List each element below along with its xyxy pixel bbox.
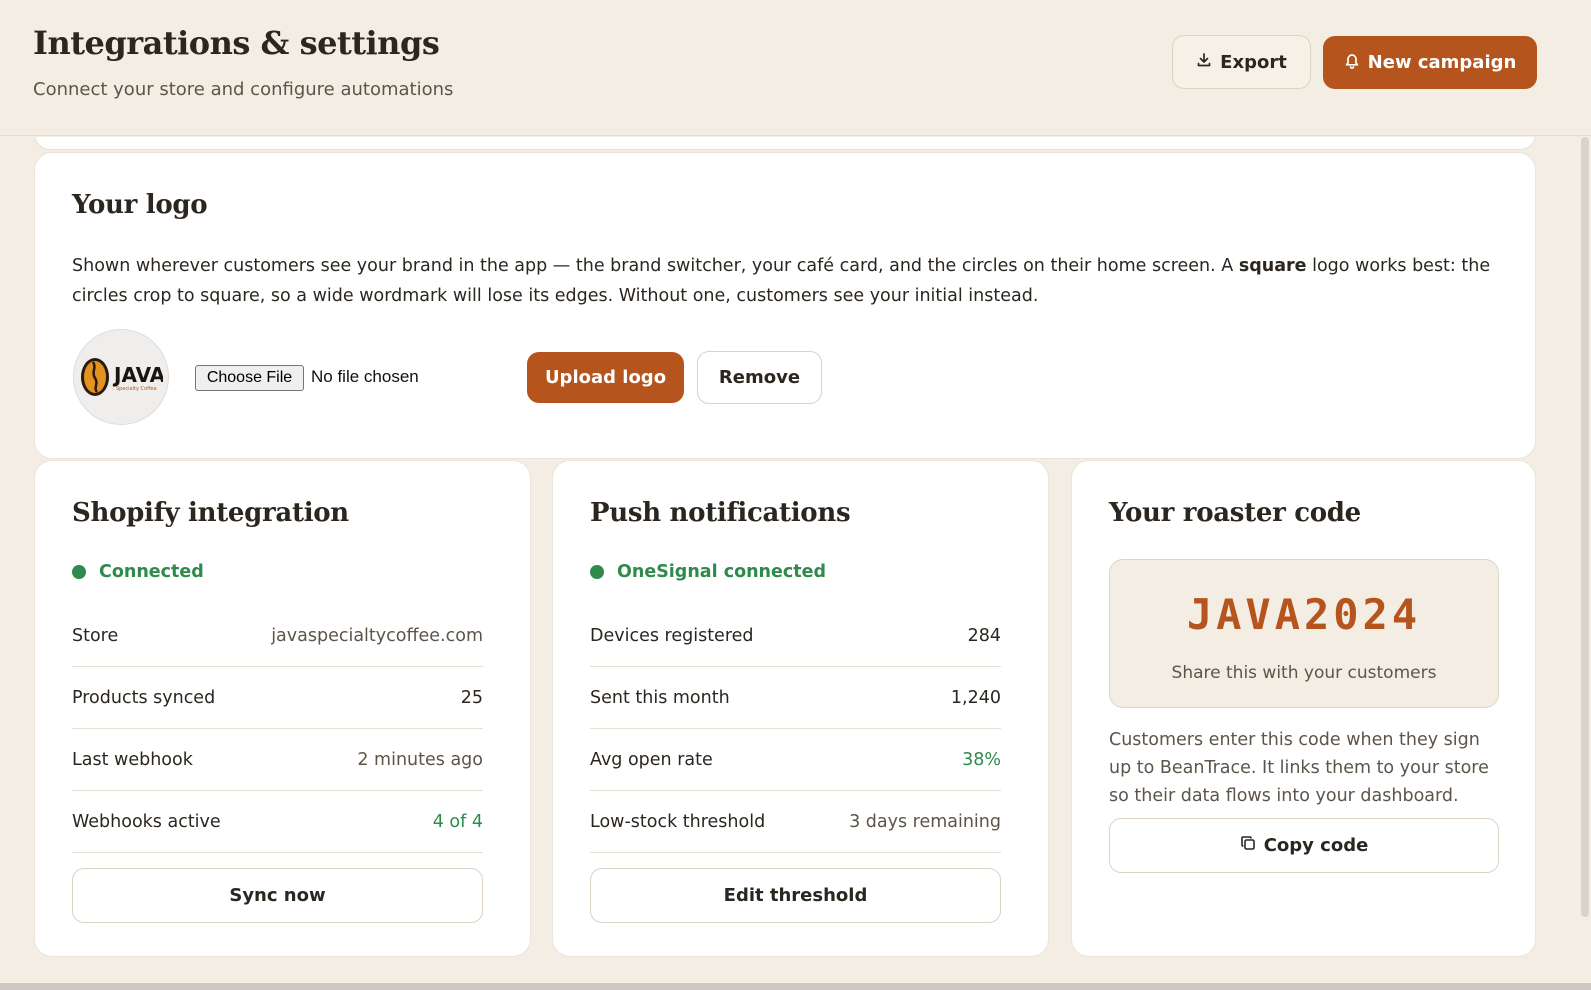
remove-logo-button[interactable]: Remove bbox=[697, 351, 822, 404]
copy-code-button[interactable]: Copy code bbox=[1109, 818, 1499, 873]
stat-row-webhooks-active: Webhooks active 4 of 4 bbox=[72, 791, 483, 853]
download-icon bbox=[1196, 52, 1212, 73]
page-title: Integrations & settings bbox=[33, 24, 440, 62]
stat-row-open-rate: Avg open rate 38% bbox=[590, 729, 1001, 791]
status-dot-icon bbox=[590, 565, 604, 579]
roaster-code-card: Your roaster code JAVA2024 Share this wi… bbox=[1071, 460, 1536, 957]
logo-card: Your logo Shown wherever customers see y… bbox=[34, 152, 1536, 459]
scrollbar[interactable] bbox=[1581, 137, 1589, 917]
page-header: Integrations & settings Connect your sto… bbox=[0, 0, 1591, 136]
page-subtitle: Connect your store and configure automat… bbox=[33, 79, 454, 100]
logo-description: Shown wherever customers see your brand … bbox=[72, 256, 1491, 306]
previous-card bbox=[34, 137, 1536, 150]
logo-description-emphasis: square bbox=[1238, 256, 1307, 276]
shopify-status: Connected bbox=[72, 562, 204, 582]
upload-logo-button[interactable]: Upload logo bbox=[527, 352, 684, 403]
status-dot-icon bbox=[72, 565, 86, 579]
stat-row-devices: Devices registered 284 bbox=[590, 605, 1001, 667]
logo-preview: JAVA Specialty Coffee bbox=[73, 329, 169, 425]
stat-row-threshold: Low-stock threshold 3 days remaining bbox=[590, 791, 1001, 853]
sync-now-button[interactable]: Sync now bbox=[72, 868, 483, 923]
code-description: Customers enter this code when they sign… bbox=[1109, 730, 1489, 806]
export-button[interactable]: Export bbox=[1172, 35, 1311, 89]
shopify-card-title: Shopify integration bbox=[72, 498, 349, 528]
settings-content[interactable]: Your logo Shown wherever customers see y… bbox=[0, 137, 1591, 990]
svg-text:JAVA: JAVA bbox=[112, 363, 163, 387]
file-status: No file chosen bbox=[311, 367, 419, 386]
stat-row-last-webhook: Last webhook 2 minutes ago bbox=[72, 729, 483, 791]
code-caption: Share this with your customers bbox=[1171, 663, 1437, 683]
edit-threshold-button[interactable]: Edit threshold bbox=[590, 868, 1001, 923]
shopify-stats: Store javaspecialtycoffee.com Products s… bbox=[72, 605, 483, 853]
push-status-label: OneSignal connected bbox=[617, 562, 827, 582]
push-stats: Devices registered 284 Sent this month 1… bbox=[590, 605, 1001, 853]
push-card-title: Push notifications bbox=[590, 498, 851, 528]
code-box: JAVA2024 Share this with your customers bbox=[1109, 559, 1499, 708]
push-status: OneSignal connected bbox=[590, 562, 826, 582]
new-campaign-button[interactable]: New campaign bbox=[1323, 36, 1537, 89]
roaster-card-title: Your roaster code bbox=[1109, 498, 1361, 528]
export-label: Export bbox=[1220, 51, 1287, 73]
shopify-card: Shopify integration Connected Store java… bbox=[34, 460, 531, 957]
stat-row-sent: Sent this month 1,240 bbox=[590, 667, 1001, 729]
bottom-divider bbox=[0, 983, 1591, 990]
stat-row-store: Store javaspecialtycoffee.com bbox=[72, 605, 483, 667]
copy-code-label: Copy code bbox=[1263, 835, 1369, 856]
logo-card-title: Your logo bbox=[72, 190, 208, 220]
push-card: Push notifications OneSignal connected D… bbox=[552, 460, 1049, 957]
choose-file-button[interactable]: Choose File bbox=[195, 365, 304, 391]
new-campaign-label: New campaign bbox=[1367, 52, 1517, 73]
shopify-status-label: Connected bbox=[99, 562, 204, 582]
svg-text:Specialty Coffee: Specialty Coffee bbox=[116, 386, 157, 392]
copy-icon bbox=[1240, 835, 1256, 856]
bell-icon bbox=[1344, 52, 1360, 74]
stat-row-products-synced: Products synced 25 bbox=[72, 667, 483, 729]
roaster-code: JAVA2024 bbox=[1186, 590, 1422, 639]
